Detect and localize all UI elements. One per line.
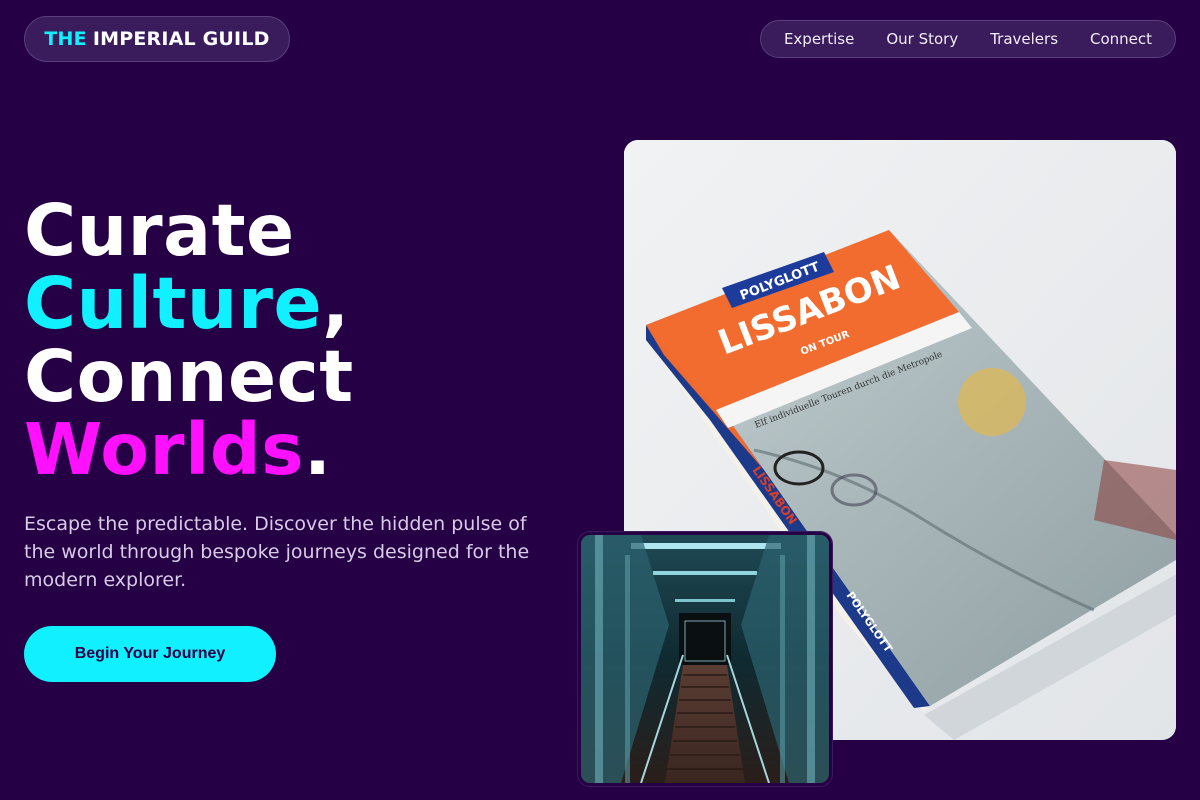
nav-item-expertise[interactable]: Expertise bbox=[768, 30, 870, 48]
headline-comma: , bbox=[322, 262, 350, 345]
nav-item-travelers[interactable]: Travelers bbox=[974, 30, 1074, 48]
main-nav: Expertise Our Story Travelers Connect bbox=[760, 20, 1176, 58]
hero-headline: Curate Culture, Connect Worlds. bbox=[24, 194, 354, 486]
landing-page: THE IMPERIAL GUILD Expertise Our Story T… bbox=[0, 0, 1200, 800]
brand-accent-word: THE bbox=[44, 28, 87, 50]
headline-line-1: Curate bbox=[24, 189, 295, 272]
covered-stairway-photo bbox=[578, 532, 832, 786]
headline-line-4: Worlds. bbox=[24, 413, 354, 486]
brand-name: IMPERIAL GUILD bbox=[92, 28, 270, 50]
begin-journey-button[interactable]: Begin Your Journey bbox=[24, 626, 276, 682]
headline-line-2: Culture, bbox=[24, 267, 354, 340]
headline-highlight-worlds: Worlds bbox=[24, 408, 304, 491]
headline-highlight-culture: Culture bbox=[24, 262, 323, 345]
hero-subtext: Escape the predictable. Discover the hid… bbox=[24, 513, 530, 591]
headline-period: . bbox=[304, 408, 332, 491]
brand-logo[interactable]: THE IMPERIAL GUILD bbox=[24, 16, 290, 62]
headline-line-3: Connect bbox=[24, 335, 354, 418]
nav-item-our-story[interactable]: Our Story bbox=[870, 30, 974, 48]
nav-item-connect[interactable]: Connect bbox=[1074, 30, 1168, 48]
